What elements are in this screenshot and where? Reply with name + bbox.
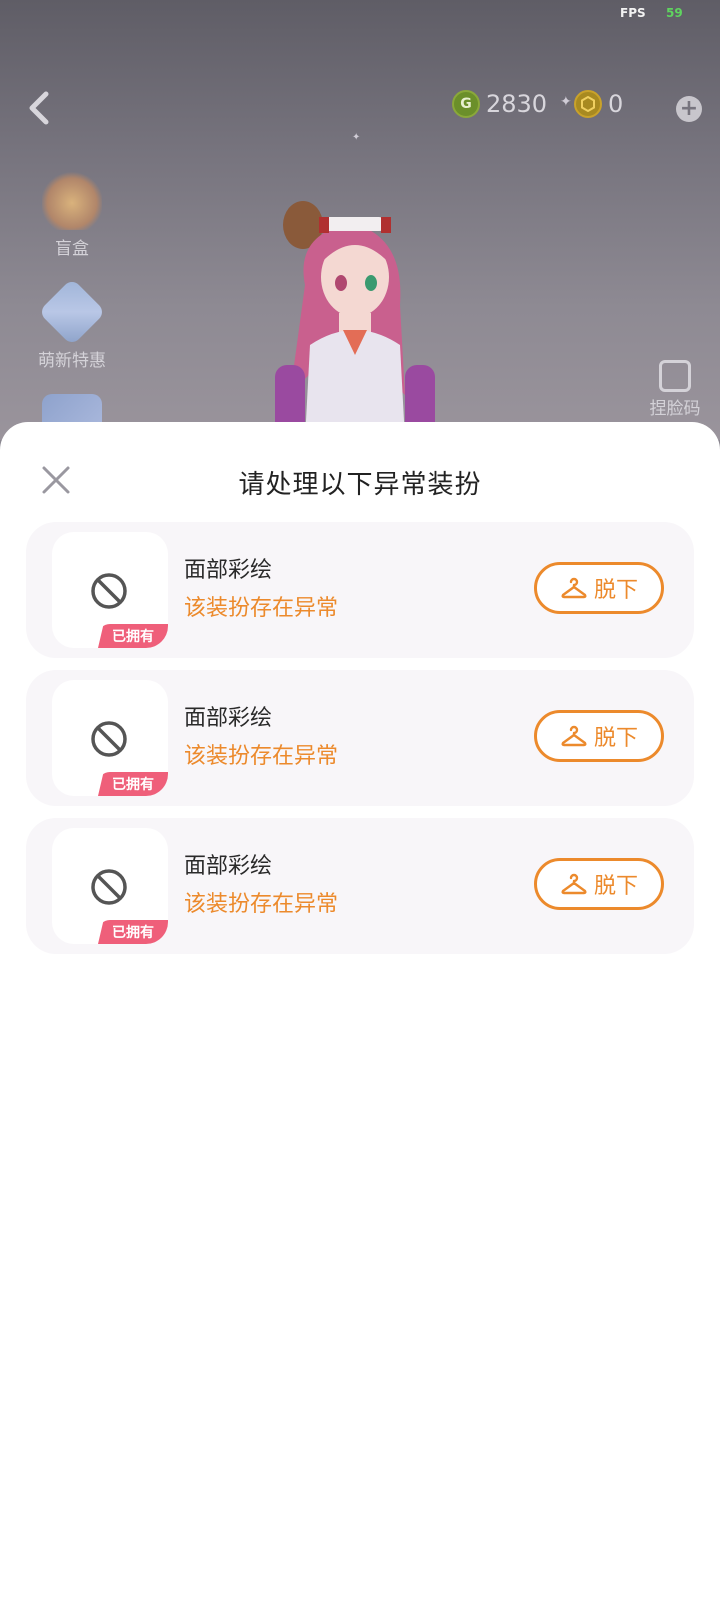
- dialog-title: 请处理以下异常装扮: [238, 470, 482, 500]
- outfit-status: 该装扮存在异常: [184, 596, 339, 621]
- outfit-item-card: 已拥有 面部彩绘 该装扮存在异常 脱下: [26, 818, 694, 954]
- outfit-name: 面部彩绘: [184, 854, 273, 879]
- game-scene: FPS 59 G 2830 0 + ✦ ✦ 盲盒 萌新特惠 捏脸码: [0, 0, 720, 440]
- outfit-name: 面部彩绘: [184, 558, 273, 583]
- gift-box-icon: [42, 170, 102, 230]
- gcoin-balance: G 2830: [452, 90, 547, 118]
- sidebar-item-label: 萌新特惠: [38, 351, 106, 371]
- character-avatar: [275, 201, 435, 440]
- sidebar-item-blindbox[interactable]: 盲盒: [30, 170, 114, 259]
- take-off-button[interactable]: 脱下: [534, 562, 664, 614]
- ban-icon: [91, 721, 127, 757]
- hanger-icon: [561, 873, 587, 895]
- hexagon-coin-icon: [574, 90, 602, 118]
- hanger-icon: [561, 577, 587, 599]
- face-code-icon: [659, 360, 691, 392]
- newbie-deal-icon: [38, 278, 106, 346]
- take-off-label: 脱下: [593, 874, 638, 899]
- outfit-status: 该装扮存在异常: [184, 892, 339, 917]
- take-off-label: 脱下: [593, 578, 638, 603]
- sidebar-item-newbie-deal[interactable]: 萌新特惠: [30, 278, 114, 371]
- outfit-thumbnail: 已拥有: [52, 828, 168, 944]
- add-currency-button[interactable]: +: [676, 96, 702, 122]
- hcoin-balance: 0: [574, 90, 623, 118]
- owned-badge: 已拥有: [98, 624, 168, 648]
- ban-icon: [91, 869, 127, 905]
- gcoin-icon: G: [452, 90, 480, 118]
- gcoin-value: 2830: [486, 90, 548, 118]
- outfit-item-card: 已拥有 面部彩绘 该装扮存在异常 脱下: [26, 670, 694, 806]
- face-code-label: 捏脸码: [649, 399, 701, 419]
- face-code-button[interactable]: 捏脸码: [640, 360, 710, 419]
- sidebar-item-label: 盲盒: [55, 239, 89, 259]
- take-off-button[interactable]: 脱下: [534, 710, 664, 762]
- outfit-thumbnail: 已拥有: [52, 532, 168, 648]
- sparkle-icon: ✦: [560, 94, 572, 110]
- outfit-item-card: 已拥有 面部彩绘 该装扮存在异常 脱下: [26, 522, 694, 658]
- outfit-name: 面部彩绘: [184, 706, 273, 731]
- take-off-button[interactable]: 脱下: [534, 858, 664, 910]
- take-off-label: 脱下: [593, 726, 638, 751]
- fps-label: FPS: [620, 6, 646, 20]
- hcoin-value: 0: [608, 90, 624, 118]
- ban-icon: [91, 573, 127, 609]
- abnormal-outfit-dialog: 请处理以下异常装扮 已拥有 面部彩绘 该装扮存在异常 脱下 已拥有 面部彩绘 该…: [0, 422, 720, 1612]
- outfit-status: 该装扮存在异常: [184, 744, 339, 769]
- outfit-thumbnail: 已拥有: [52, 680, 168, 796]
- owned-badge: 已拥有: [98, 920, 168, 944]
- back-arrow-icon[interactable]: [24, 88, 54, 128]
- hanger-icon: [561, 725, 587, 747]
- sparkle-icon: ✦: [352, 132, 361, 143]
- fps-value: 59: [666, 6, 683, 20]
- owned-badge: 已拥有: [98, 772, 168, 796]
